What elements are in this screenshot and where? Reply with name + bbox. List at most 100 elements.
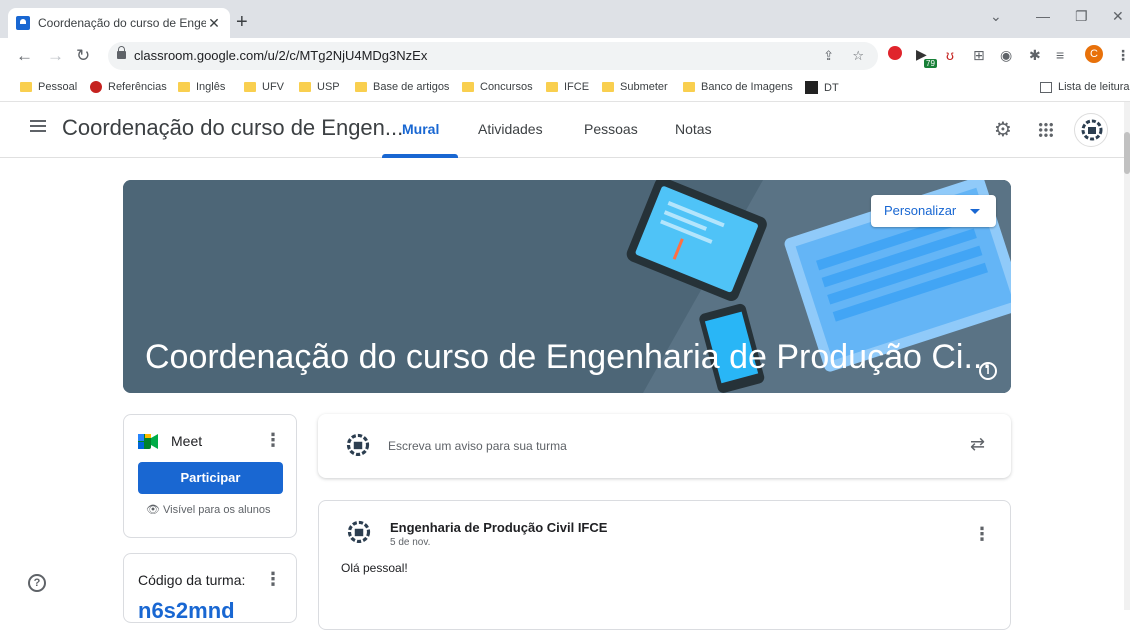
account-extension-icon[interactable]: ◉	[1000, 47, 1012, 64]
back-icon[interactable]: ←	[16, 46, 33, 66]
more-vert-icon[interactable]: ⋮	[264, 570, 282, 588]
grid-extension-icon[interactable]: ⊞	[973, 47, 985, 64]
address-text: classroom.google.com/u/2/c/MTg2NjU4MDg3N…	[134, 48, 428, 63]
bookmark-label: IFCE	[564, 81, 590, 93]
dt-icon	[805, 81, 818, 94]
tab-notas[interactable]: Notas	[675, 121, 712, 137]
tab-mural[interactable]: Mural	[402, 121, 439, 137]
folder-icon	[178, 82, 190, 92]
reading-list-label: Lista de leitura	[1058, 81, 1130, 93]
reading-list[interactable]: Lista de leitura	[1040, 81, 1130, 93]
forward-icon[interactable]: →	[47, 46, 64, 66]
restore-icon[interactable]: ❐	[1075, 8, 1088, 25]
post-body: Olá pessoal!	[341, 561, 408, 575]
bookmark-referencias[interactable]: Referências	[90, 81, 167, 93]
account-avatar[interactable]	[1074, 113, 1108, 147]
folder-icon	[244, 82, 256, 92]
help-icon[interactable]: ?	[28, 574, 46, 592]
bookmark-label: Pessoal	[38, 81, 78, 93]
puzzle-icon[interactable]: ✱	[1029, 47, 1041, 64]
gear-logo-icon	[1081, 119, 1103, 141]
active-tab-indicator	[382, 154, 458, 158]
banner-title: Coordenação do curso de Engenharia de Pr…	[145, 338, 992, 376]
folder-icon	[683, 82, 695, 92]
meet-card: Meet ⋮ Participar 👁 Visível para os alun…	[123, 414, 297, 538]
apps-grid-icon[interactable]	[1038, 122, 1054, 138]
customize-label: Personalizar	[884, 203, 957, 218]
gear-logo-icon	[346, 433, 370, 457]
media-icon[interactable]: ≡	[1056, 47, 1064, 63]
address-bar[interactable]: classroom.google.com/u/2/c/MTg2NjU4MDg3N…	[108, 42, 878, 70]
close-window-icon[interactable]: ✕	[1112, 8, 1124, 25]
bookmark-ingles[interactable]: Inglês	[178, 81, 225, 93]
gear-logo-icon	[347, 520, 371, 544]
announce-placeholder: Escreva um aviso para sua turma	[388, 439, 567, 453]
share-icon[interactable]: ⇪	[823, 42, 834, 70]
bookmark-label: USP	[317, 81, 340, 93]
more-vert-icon[interactable]: ⋮	[973, 525, 991, 543]
folder-icon	[299, 82, 311, 92]
folder-icon	[462, 82, 474, 92]
bookmark-star-icon[interactable]: ☆	[852, 42, 864, 70]
classroom-header: Coordenação do curso de Engen... Mural A…	[0, 102, 1130, 158]
bookmark-label: Referências	[108, 81, 167, 93]
user-avatar	[340, 428, 376, 464]
class-code-value[interactable]: n6s2mnd	[138, 598, 235, 624]
lock-icon	[117, 46, 126, 59]
profile-avatar[interactable]: C	[1085, 45, 1103, 63]
visibility-label: Visível para os alunos	[163, 504, 271, 516]
mendeley-icon	[90, 81, 102, 93]
tab-search-icon[interactable]: ⌄	[990, 8, 1002, 25]
browser-tab[interactable]: Coordenação do curso de Engen ✕	[8, 8, 230, 38]
meet-label: Meet	[171, 433, 203, 449]
bookmarks-bar: Pessoal Referências Inglês UFV USP Base …	[0, 74, 1130, 102]
menu-dots-icon[interactable]: ⋮	[1116, 47, 1130, 64]
bookmark-label: Inglês	[196, 81, 226, 93]
browser-toolbar: ← → ↻ classroom.google.com/u/2/c/MTg2NjU…	[0, 38, 1130, 74]
bookmark-label: Submeter	[620, 81, 668, 93]
bookmark-label: Concursos	[480, 81, 533, 93]
more-vert-icon[interactable]: ⋮	[264, 431, 282, 449]
customize-button[interactable]: Personalizar	[871, 195, 996, 227]
bookmark-base-artigos[interactable]: Base de artigos	[355, 81, 449, 93]
repost-icon[interactable]: ⇄	[970, 434, 985, 455]
folder-icon	[546, 82, 558, 92]
bookmark-concursos[interactable]: Concursos	[462, 81, 533, 93]
announce-box[interactable]: Escreva um aviso para sua turma ⇄	[318, 414, 1011, 478]
folder-icon	[355, 82, 367, 92]
menu-icon[interactable]	[30, 120, 46, 132]
opera-extension-icon[interactable]	[888, 46, 902, 60]
stream-post: Engenharia de Produção Civil IFCE 5 de n…	[318, 500, 1011, 630]
tab-atividades[interactable]: Atividades	[478, 121, 543, 137]
classroom-favicon-icon	[16, 16, 30, 30]
extension-badge: 79	[924, 59, 937, 68]
tab-pessoas[interactable]: Pessoas	[584, 121, 638, 137]
close-tab-icon[interactable]: ✕	[206, 15, 222, 32]
browser-tabstrip: Coordenação do curso de Engen ✕ + ⌄ — ❐ …	[0, 0, 1130, 38]
bookmark-banco-imagens[interactable]: Banco de Imagens	[683, 81, 793, 93]
class-code-label: Código da turma:	[138, 572, 246, 588]
reading-list-icon	[1040, 81, 1052, 93]
visibility-note: 👁 Visível para os alunos	[146, 503, 270, 516]
post-author: Engenharia de Produção Civil IFCE	[390, 520, 608, 535]
bookmark-label: DT	[824, 81, 839, 94]
bookmark-label: UFV	[262, 81, 284, 93]
author-avatar	[341, 515, 377, 551]
reload-icon[interactable]: ↻	[76, 46, 90, 66]
class-name[interactable]: Coordenação do curso de Engen...	[62, 115, 403, 141]
bookmark-dt[interactable]: DT	[805, 81, 839, 94]
bookmark-submeter[interactable]: Submeter	[602, 81, 668, 93]
bookmark-usp[interactable]: USP	[299, 81, 340, 93]
minimize-icon[interactable]: —	[1036, 8, 1050, 24]
bookmark-label: Base de artigos	[373, 81, 450, 93]
ublock-icon[interactable]: ʊ	[946, 47, 954, 63]
page-scrollbar[interactable]	[1124, 102, 1130, 610]
bookmark-ufv[interactable]: UFV	[244, 81, 284, 93]
folder-icon	[20, 82, 32, 92]
settings-icon[interactable]: ⚙	[994, 120, 1012, 140]
bookmark-pessoal[interactable]: Pessoal	[20, 81, 77, 93]
bookmark-ifce[interactable]: IFCE	[546, 81, 589, 93]
join-meet-button[interactable]: Participar	[138, 462, 283, 494]
new-tab-icon[interactable]: +	[236, 12, 248, 32]
info-icon[interactable]: i	[979, 362, 997, 380]
